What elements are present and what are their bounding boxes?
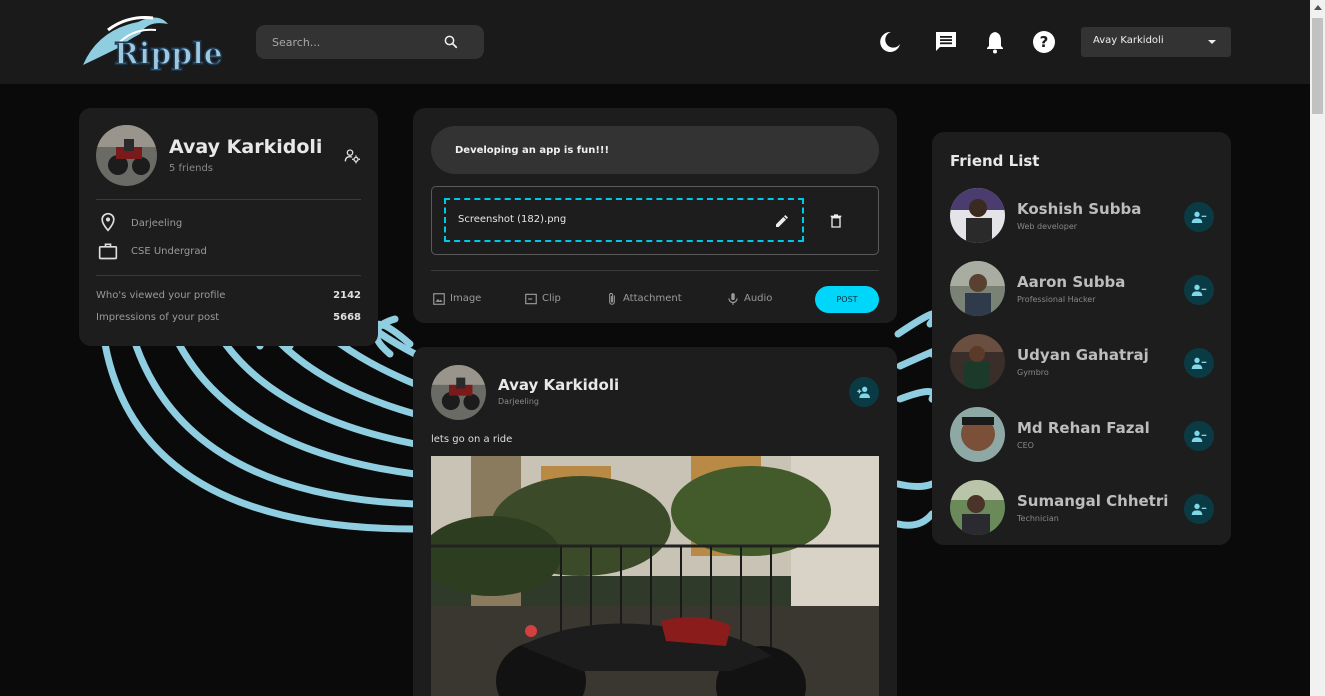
post-author-avatar[interactable]	[431, 365, 486, 420]
user-dropdown[interactable]: Avay Karkidoli	[1081, 27, 1231, 57]
person-add-icon	[857, 386, 870, 398]
friend-avatar[interactable]	[950, 261, 1005, 316]
friend-role: Web developer	[1017, 222, 1078, 231]
add-attachment-button[interactable]: Attachment	[605, 291, 695, 307]
attachment-icon	[609, 293, 615, 305]
post-composer: Screenshot (182).png Image Clip Attachme	[413, 108, 897, 323]
friend-avatar[interactable]	[950, 480, 1005, 535]
friend-avatar[interactable]	[950, 334, 1005, 389]
dark-mode-icon[interactable]	[878, 30, 902, 54]
scrollbar-thumb[interactable]	[1312, 18, 1323, 114]
friend-role: Professional Hacker	[1017, 295, 1096, 304]
post-text: lets go on a ride	[431, 434, 513, 445]
action-label: Attachment	[623, 293, 682, 304]
friend-item[interactable]: Udyan Gahatraj Gymbro	[932, 334, 1231, 390]
manage-account-icon[interactable]	[344, 148, 360, 164]
remove-friend-button[interactable]	[1184, 494, 1214, 524]
person-remove-icon	[1191, 284, 1207, 296]
friend-item[interactable]: Aaron Subba Professional Hacker	[932, 261, 1231, 317]
add-image-button[interactable]: Image	[432, 291, 492, 307]
remove-friend-button[interactable]	[1184, 202, 1214, 232]
profile-name[interactable]: Avay Karkidoli	[169, 136, 322, 158]
location-icon	[101, 212, 115, 232]
attachment-box: Screenshot (182).png	[431, 186, 879, 255]
stat-label: Who's viewed your profile	[96, 290, 226, 301]
profile-occupation: CSE Undergrad	[131, 246, 207, 257]
friend-avatar[interactable]	[950, 188, 1005, 243]
friend-item[interactable]: Sumangal Chhetri Technician	[932, 480, 1231, 536]
search-input[interactable]	[272, 25, 432, 59]
message-icon[interactable]	[934, 30, 958, 54]
action-label: Clip	[542, 293, 561, 304]
search-bar[interactable]	[256, 25, 484, 59]
svg-text:?: ?	[1040, 33, 1049, 51]
work-icon	[98, 243, 118, 260]
friend-role: CEO	[1017, 441, 1034, 450]
help-icon[interactable]: ?	[1032, 30, 1056, 54]
post-author-name[interactable]: Avay Karkidoli	[498, 376, 619, 394]
friend-list-title: Friend List	[950, 152, 1040, 170]
add-audio-button[interactable]: Audio	[726, 291, 786, 307]
scroll-up-arrow[interactable]	[1314, 5, 1322, 10]
profile-divider	[96, 275, 361, 276]
delete-icon[interactable]	[828, 213, 844, 229]
stat-value: 2142	[333, 290, 361, 301]
friend-name[interactable]: Md Rehan Fazal	[1017, 419, 1150, 437]
add-clip-button[interactable]: Clip	[524, 291, 574, 307]
composer-divider	[431, 270, 879, 271]
friend-item[interactable]: Md Rehan Fazal CEO	[932, 407, 1231, 463]
friend-role: Gymbro	[1017, 368, 1049, 377]
top-navbar: Ripple ? Avay Karkidoli	[0, 0, 1310, 84]
person-remove-icon	[1191, 503, 1207, 515]
logo-text: Ripple	[114, 37, 223, 72]
image-icon	[433, 293, 445, 305]
action-label: Audio	[744, 293, 773, 304]
attached-file-name: Screenshot (182).png	[458, 214, 567, 225]
profile-avatar[interactable]	[96, 125, 157, 186]
friend-avatar[interactable]	[950, 407, 1005, 462]
post-text-input[interactable]	[431, 126, 879, 174]
post-card: Avay Karkidoli Darjeeling lets go on a r…	[413, 347, 897, 696]
search-icon[interactable]	[442, 33, 460, 51]
friend-list-card: Friend List Koshish Subba Web developer …	[932, 132, 1231, 545]
friend-name[interactable]: Sumangal Chhetri	[1017, 492, 1168, 510]
person-remove-icon	[1191, 357, 1207, 369]
post-image[interactable]	[431, 456, 879, 696]
profile-card: Avay Karkidoli 5 friends Darjeeling CSE …	[79, 108, 378, 346]
stat-label: Impressions of your post	[96, 312, 220, 323]
person-remove-icon	[1191, 211, 1207, 223]
person-remove-icon	[1191, 430, 1207, 442]
friend-name[interactable]: Koshish Subba	[1017, 200, 1141, 218]
file-dropzone[interactable]: Screenshot (182).png	[444, 198, 804, 242]
microphone-icon	[728, 293, 738, 305]
stat-value: 5668	[333, 312, 361, 323]
edit-icon[interactable]	[774, 213, 790, 229]
friend-name[interactable]: Udyan Gahatraj	[1017, 346, 1149, 364]
remove-friend-button[interactable]	[1184, 421, 1214, 451]
friend-item[interactable]: Koshish Subba Web developer	[932, 188, 1231, 244]
notifications-icon[interactable]	[983, 30, 1007, 54]
profile-friend-count: 5 friends	[169, 163, 213, 174]
page-scrollbar[interactable]	[1310, 0, 1325, 696]
profile-divider	[96, 199, 361, 200]
user-dropdown-value: Avay Karkidoli	[1093, 35, 1164, 46]
friend-name[interactable]: Aaron Subba	[1017, 273, 1125, 291]
profile-location: Darjeeling	[131, 218, 183, 229]
post-author-location: Darjeeling	[498, 397, 540, 406]
post-button[interactable]: POST	[815, 286, 879, 313]
remove-friend-button[interactable]	[1184, 275, 1214, 305]
friend-role: Technician	[1017, 514, 1059, 523]
chevron-down-icon	[1208, 40, 1216, 44]
clip-icon	[525, 293, 537, 305]
remove-friend-button[interactable]	[1184, 348, 1214, 378]
ripple-logo[interactable]: Ripple	[78, 10, 238, 72]
add-friend-button[interactable]	[849, 377, 879, 407]
action-label: Image	[450, 293, 482, 304]
